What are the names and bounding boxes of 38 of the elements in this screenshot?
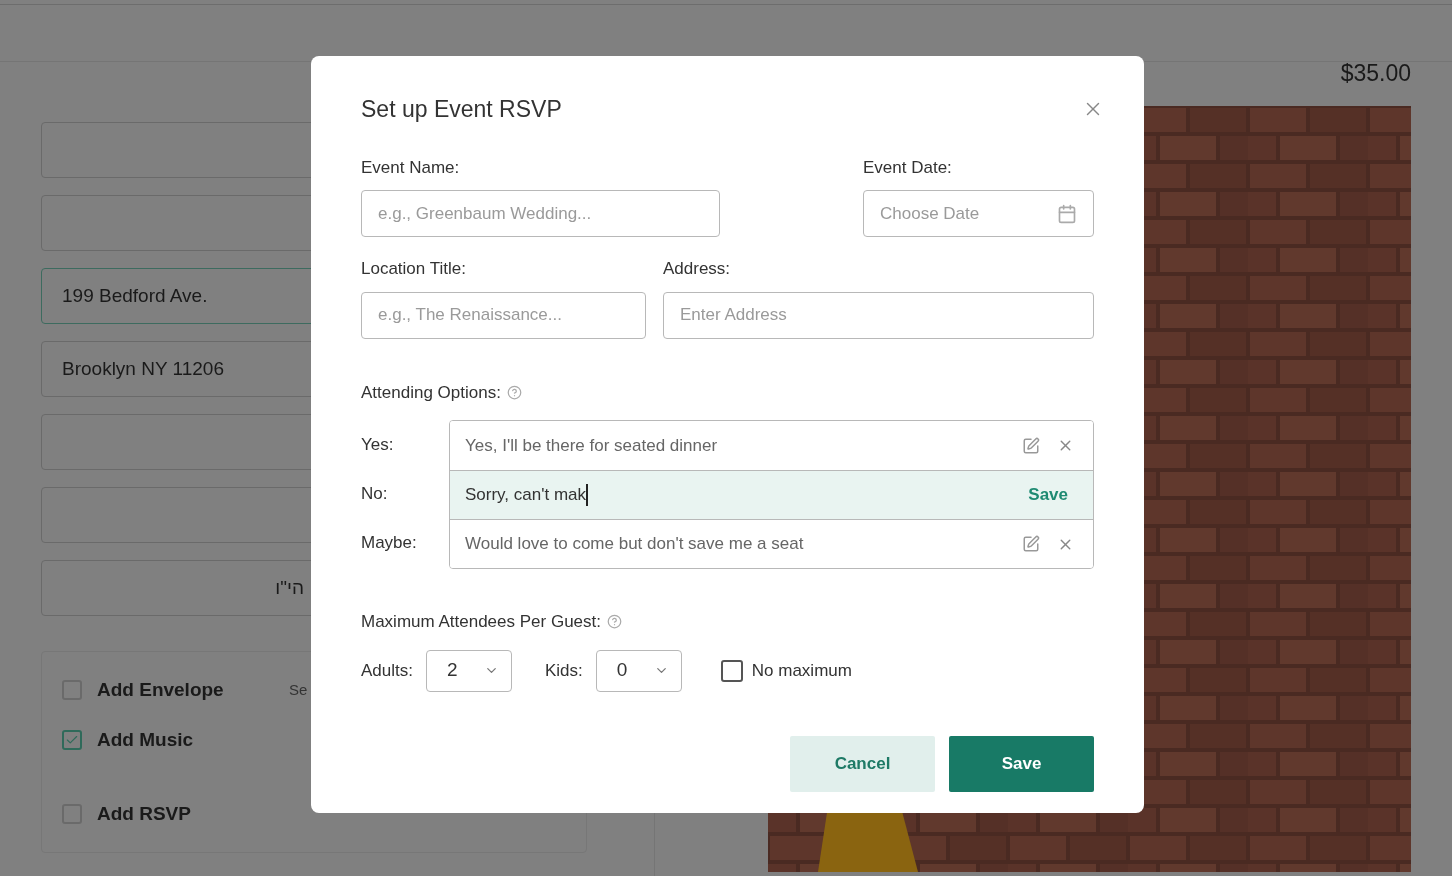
field-label: Event Name: [361,156,461,179]
location-field[interactable]: e.g., The Renaissance... [361,291,646,339]
save-link[interactable]: Save [1028,482,1078,508]
number-select[interactable]: 2 [426,649,512,692]
addon-label: Add RSVP [97,801,192,826]
select-label: Adults: [361,659,413,682]
dialog-title: Set up Event RSVP [361,95,562,124]
help-icon [607,614,622,630]
section-label: Attending Options: [361,381,501,404]
checkbox[interactable] [62,730,82,750]
addon-note: Se [289,679,308,700]
checkbox-label: No maximum [751,659,852,682]
cancel-button[interactable]: Cancel [790,735,935,792]
checkbox[interactable] [720,659,743,682]
field-label: Event Date: [863,156,953,179]
field-label: Location Title: [361,258,467,280]
select-label: Kids: [545,659,583,682]
section-label: Maximum Attendees Per Guest: [361,611,601,633]
price: $35.00 [1340,60,1411,86]
help-icon [506,384,522,400]
field-label: Address: [663,258,732,280]
option-label: Maybe: [361,531,417,554]
check-icon [65,733,79,747]
addon-label: Add Envelope [97,677,225,702]
option-label: Yes: [361,433,394,456]
option-label: No: [361,482,388,505]
addon-label: Add Music [97,727,195,752]
option-field[interactable]: Sorry, can't mak Save [450,470,1093,519]
option-field[interactable]: Would love to come but don't save me a seat [450,519,1093,568]
address-field[interactable]: Enter Address [663,291,1094,339]
edit-icon[interactable] [1022,535,1040,553]
text-cursor [586,484,588,506]
save-button[interactable]: Save [949,735,1094,792]
event-name-field[interactable]: e.g., Greenbaum Wedding... [361,190,720,237]
calendar-icon [1057,203,1077,224]
edit-icon[interactable] [1022,436,1040,455]
date-field[interactable]: Choose Date [863,190,1094,237]
number-select[interactable]: 0 [595,649,682,692]
